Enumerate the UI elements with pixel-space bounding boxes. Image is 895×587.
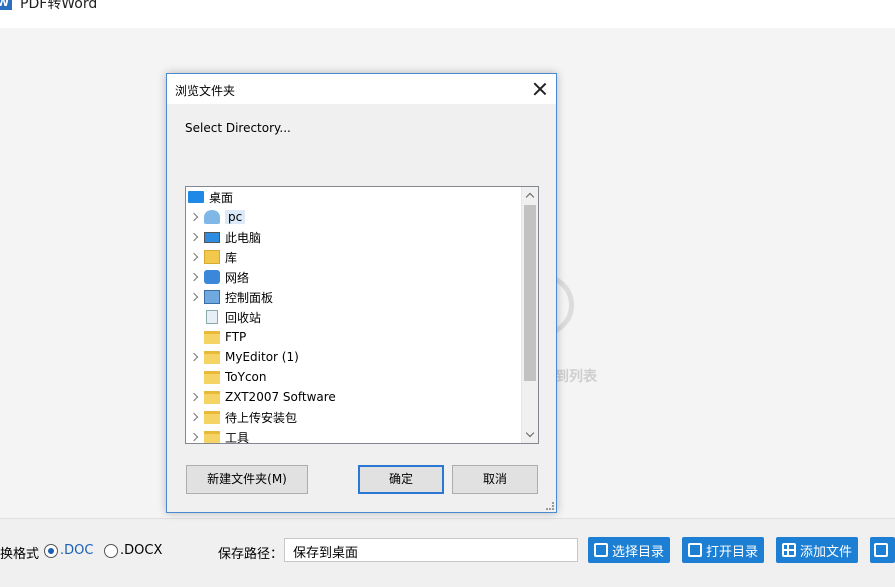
folder-icon bbox=[204, 350, 220, 364]
tree-item-myeditor[interactable]: MyEditor (1) bbox=[190, 347, 299, 367]
drop-hint-text: 到列表 bbox=[555, 369, 597, 385]
scrollbar-thumb[interactable] bbox=[524, 205, 536, 381]
save-icon bbox=[594, 543, 608, 557]
tree-item-network[interactable]: 网络 bbox=[190, 267, 249, 287]
format-radio-label: .DOC bbox=[60, 543, 94, 558]
folder-icon bbox=[204, 410, 220, 424]
folder-tree[interactable]: 桌面 pc 此电脑 库 网络 控制面板 回收站 FTP MyEditor (1)… bbox=[185, 186, 539, 444]
tree-item-label: 回收站 bbox=[225, 310, 262, 325]
dialog-titlebar[interactable]: 浏览文件夹 bbox=[167, 74, 556, 104]
scroll-down-icon[interactable] bbox=[522, 427, 538, 443]
tree-item-label: FTP bbox=[225, 330, 247, 344]
save-path-label: 保存路径： bbox=[218, 547, 284, 562]
chevron-right-icon[interactable] bbox=[190, 232, 200, 242]
network-icon bbox=[204, 270, 220, 284]
tree-item-toycon[interactable]: ToYcon bbox=[190, 367, 267, 387]
radio-unselected-icon bbox=[104, 543, 118, 558]
app-titlebar: W PDF转Word bbox=[0, 0, 895, 28]
folder-icon bbox=[204, 370, 220, 384]
tree-item-label: MyEditor (1) bbox=[225, 350, 299, 364]
control-panel-icon bbox=[204, 290, 220, 304]
tree-scrollbar[interactable] bbox=[521, 187, 538, 443]
select-directory-button[interactable]: 选择目录 bbox=[588, 537, 671, 563]
tree-item-recycle-bin[interactable]: 回收站 bbox=[190, 307, 261, 327]
app-title: PDF转Word bbox=[20, 0, 98, 12]
tree-item-label: pc bbox=[225, 210, 246, 224]
recycle-bin-icon bbox=[206, 310, 218, 324]
app-logo-icon: W bbox=[0, 0, 12, 10]
tree-item-label: 库 bbox=[225, 250, 238, 265]
tree-item-tools[interactable]: 工具 bbox=[190, 427, 250, 444]
chevron-right-icon[interactable] bbox=[190, 392, 200, 402]
desktop-icon bbox=[188, 191, 204, 203]
tree-item-label: ZXT2007 Software bbox=[225, 390, 336, 404]
dialog-title: 浏览文件夹 bbox=[175, 84, 236, 98]
convert-icon bbox=[874, 543, 888, 557]
tree-item-ftp[interactable]: FTP bbox=[190, 327, 246, 347]
dialog-description: Select Directory... bbox=[185, 121, 291, 135]
tree-item-library[interactable]: 库 bbox=[190, 247, 237, 267]
bottom-toolbar: 换格式 .DOC .DOCX 保存路径： 保存到桌面 选择目录 打开目录 添加文… bbox=[0, 518, 895, 580]
format-label: 换格式 bbox=[0, 547, 40, 562]
open-directory-button[interactable]: 打开目录 bbox=[682, 537, 765, 563]
tree-item-label: 控制面板 bbox=[225, 290, 274, 305]
tree-item-zxt2007[interactable]: ZXT2007 Software bbox=[190, 387, 336, 407]
scroll-up-icon[interactable] bbox=[522, 187, 538, 203]
chevron-right-icon[interactable] bbox=[190, 292, 200, 302]
tree-item-control-panel[interactable]: 控制面板 bbox=[190, 287, 273, 307]
format-radio-docx[interactable]: .DOCX bbox=[104, 543, 162, 558]
radio-selected-icon bbox=[44, 543, 58, 558]
format-radio-doc[interactable]: .DOC bbox=[44, 543, 93, 558]
chevron-right-icon[interactable] bbox=[190, 252, 200, 262]
cancel-button[interactable]: 取消 bbox=[452, 465, 538, 494]
browse-folder-dialog: 浏览文件夹 Select Directory... 桌面 pc 此电脑 库 网络 bbox=[166, 73, 557, 513]
tree-item-label: 桌面 bbox=[209, 190, 234, 205]
tree-item-label: 网络 bbox=[225, 270, 250, 285]
folder-icon bbox=[204, 430, 220, 443]
tree-item-label: 待上传安装包 bbox=[225, 410, 298, 425]
computer-icon bbox=[204, 231, 220, 243]
new-folder-button[interactable]: 新建文件夹(M) bbox=[186, 465, 308, 494]
folder-icon bbox=[204, 390, 220, 404]
tree-item-label: ToYcon bbox=[225, 370, 267, 384]
folder-icon bbox=[204, 330, 220, 344]
chevron-right-icon[interactable] bbox=[190, 272, 200, 282]
convert-button[interactable] bbox=[870, 537, 895, 563]
tree-item-desktop[interactable]: 桌面 bbox=[188, 187, 233, 207]
tree-item-label: 此电脑 bbox=[225, 230, 262, 245]
tree-item-label: 工具 bbox=[225, 430, 250, 444]
plus-icon bbox=[782, 543, 796, 557]
folder-open-icon bbox=[688, 543, 702, 557]
chevron-right-icon[interactable] bbox=[190, 412, 200, 422]
save-path-input[interactable]: 保存到桌面 bbox=[284, 538, 578, 562]
add-file-button[interactable]: 添加文件 bbox=[776, 537, 859, 563]
tree-item-this-pc[interactable]: 此电脑 bbox=[190, 227, 261, 247]
chevron-right-icon[interactable] bbox=[190, 212, 200, 222]
ok-button[interactable]: 确定 bbox=[358, 465, 444, 494]
chevron-right-icon[interactable] bbox=[190, 352, 200, 362]
resize-grip-icon[interactable] bbox=[546, 502, 554, 510]
tree-item-pc[interactable]: pc bbox=[190, 207, 246, 227]
close-icon[interactable] bbox=[530, 79, 550, 99]
user-icon bbox=[204, 210, 220, 224]
library-icon bbox=[204, 250, 220, 264]
tree-item-pending-packages[interactable]: 待上传安装包 bbox=[190, 407, 297, 427]
chevron-right-icon[interactable] bbox=[190, 432, 200, 442]
format-radio-label: .DOCX bbox=[120, 543, 163, 558]
